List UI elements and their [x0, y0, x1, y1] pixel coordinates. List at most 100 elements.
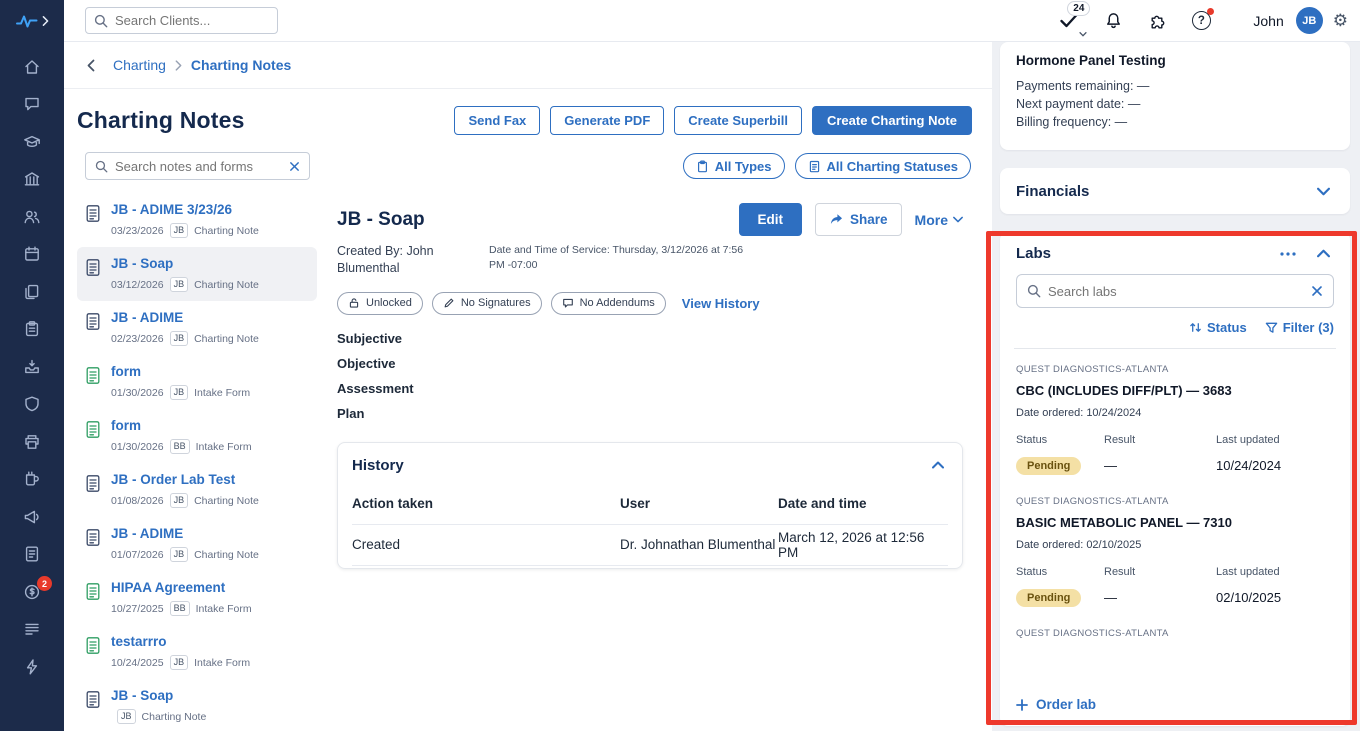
more-button[interactable]: More [915, 212, 963, 228]
note-item-title[interactable]: JB - Order Lab Test [111, 472, 259, 487]
create-charting-note-button[interactable]: Create Charting Note [811, 106, 972, 135]
note-item-title[interactable]: testarrro [111, 634, 250, 649]
integrations-button[interactable] [1135, 1, 1179, 41]
charting-note-icon [85, 204, 101, 238]
sidebar-item-organization[interactable] [0, 161, 64, 199]
notifications-button[interactable] [1091, 1, 1135, 41]
sidebar-item-documents[interactable] [0, 273, 64, 311]
labs-status-sort-button[interactable]: Status [1189, 320, 1247, 335]
sidebar-item-home[interactable] [0, 48, 64, 86]
labs-search[interactable] [1016, 274, 1334, 308]
edit-button[interactable]: Edit [738, 203, 803, 236]
collapse-history-icon[interactable] [928, 457, 948, 473]
note-list-item[interactable]: JB - ADIME 01/07/2026 JB Charting Note [77, 517, 317, 571]
note-item-title[interactable]: HIPAA Agreement [111, 580, 252, 595]
notes-search[interactable] [85, 152, 310, 180]
labs-search-input[interactable] [1048, 283, 1304, 299]
note-list-item[interactable]: JB - Soap JB Charting Note [77, 679, 317, 731]
sidebar-item-reports[interactable] [0, 536, 64, 574]
charting-note-icon [85, 474, 101, 508]
breadcrumb-charting[interactable]: Charting [113, 57, 166, 73]
note-item-title[interactable]: JB - Soap [111, 256, 259, 271]
sidebar-item-education[interactable] [0, 123, 64, 161]
lab-vendor: QUEST DIAGNOSTICS-ATLANTA [1016, 496, 1169, 507]
notes-search-input[interactable] [115, 158, 282, 174]
labs-menu-icon[interactable] [1277, 249, 1299, 259]
back-button[interactable] [78, 52, 104, 78]
client-search[interactable] [85, 7, 278, 34]
sidebar-item-messages[interactable] [0, 86, 64, 124]
intake-form-icon [85, 582, 101, 616]
sidebar-item-security[interactable] [0, 386, 64, 424]
clients-icon [23, 208, 41, 226]
note-list-item[interactable]: JB - Order Lab Test 01/08/2026 JB Charting … [77, 463, 317, 517]
note-list-item[interactable]: testarrro 10/24/2025 JB Intake Form [77, 625, 317, 679]
notification-badge: 2 [37, 576, 52, 591]
labs-filter-button[interactable]: Filter (3) [1265, 320, 1334, 335]
note-list-item[interactable]: form 01/30/2026 JB Intake Form [77, 355, 317, 409]
expand-financials-icon[interactable] [1313, 183, 1334, 200]
addendums-status-pill[interactable]: No Addendums [550, 291, 666, 315]
all-types-filter[interactable]: All Types [682, 153, 785, 179]
lab-column-header: Result [1104, 434, 1136, 446]
client-search-input[interactable] [115, 13, 269, 28]
gear-icon[interactable] [1333, 12, 1348, 29]
sidebar-item-billing[interactable]: 2 [0, 573, 64, 611]
lab-result: — [1104, 458, 1117, 473]
left-sidebar: 2 [0, 0, 64, 731]
tasks-button[interactable]: 24 [1047, 0, 1091, 41]
note-item-type: Charting Note [194, 332, 259, 345]
charting-note-icon [85, 690, 101, 724]
user-name[interactable]: John [1253, 13, 1283, 29]
sidebar-item-fax[interactable] [0, 423, 64, 461]
lab-entry: QUEST DIAGNOSTICS-ATLANTA [1016, 628, 1334, 647]
locked-status-pill[interactable]: Unlocked [337, 291, 423, 315]
note-item-title[interactable]: JB - ADIME [111, 310, 259, 325]
collapse-labs-icon[interactable] [1313, 245, 1334, 262]
sidebar-item-calendar[interactable] [0, 236, 64, 274]
sidebar-item-clients[interactable] [0, 198, 64, 236]
avatar[interactable]: JB [1295, 7, 1323, 34]
note-list-item[interactable]: HIPAA Agreement 10/27/2025 BB Intake Form [77, 571, 317, 625]
share-button[interactable]: Share [815, 203, 902, 236]
create-superbill-button[interactable]: Create Superbill [674, 106, 802, 135]
breadcrumb-charting-notes[interactable]: Charting Notes [191, 57, 291, 73]
clear-labs-search-icon[interactable] [1311, 285, 1323, 297]
sidebar-item-automations[interactable] [0, 648, 64, 686]
note-item-date: 01/08/2026 [111, 494, 164, 507]
note-item-type: Charting Note [141, 710, 207, 723]
note-item-type: Charting Note [194, 224, 259, 237]
marketing-icon [23, 508, 41, 526]
note-item-title[interactable]: JB - ADIME [111, 526, 259, 541]
sidebar-item-inbox[interactable] [0, 348, 64, 386]
sidebar-item-forms[interactable] [0, 311, 64, 349]
sidebar-item-packages[interactable] [0, 461, 64, 499]
help-button[interactable] [1179, 1, 1223, 41]
sidebar-item-menu[interactable] [0, 611, 64, 649]
note-item-title[interactable]: JB - Soap [111, 688, 206, 703]
note-list-item[interactable]: form 01/30/2026 BB Intake Form [77, 409, 317, 463]
lab-column-header: Last updated [1216, 566, 1280, 578]
financials-card[interactable]: Financials [1000, 168, 1350, 214]
note-item-title[interactable]: form [111, 364, 250, 379]
note-item-title[interactable]: JB - ADIME 3/23/26 [111, 202, 259, 217]
clear-search-icon[interactable] [289, 161, 300, 172]
sidebar-expand-icon[interactable] [42, 16, 49, 26]
send-fax-button[interactable]: Send Fax [454, 106, 541, 135]
puzzle-icon [1149, 12, 1166, 29]
lab-status-badge: Pending [1016, 457, 1082, 475]
note-list-item[interactable]: JB - ADIME 3/23/26 03/23/2026 JB Charting N… [77, 193, 317, 247]
signatures-status-pill[interactable]: No Signatures [431, 291, 542, 315]
history-col-action: Action taken [352, 496, 434, 512]
lab-column-header: Last updated [1216, 434, 1280, 446]
note-list-item[interactable]: JB - ADIME 02/23/2026 JB Charting Note [77, 301, 317, 355]
order-lab-button[interactable]: Order lab [1016, 697, 1096, 712]
note-title: JB - Soap [337, 208, 425, 230]
app-logo[interactable] [0, 0, 64, 42]
note-list-item[interactable]: JB - Soap 03/12/2026 JB Charting Note [77, 247, 317, 301]
view-history-link[interactable]: View History [682, 296, 760, 311]
sidebar-item-marketing[interactable] [0, 498, 64, 536]
all-charting-statuses-filter[interactable]: All Charting Statuses [794, 153, 971, 179]
note-item-title[interactable]: form [111, 418, 252, 433]
generate-pdf-button[interactable]: Generate PDF [550, 106, 665, 135]
